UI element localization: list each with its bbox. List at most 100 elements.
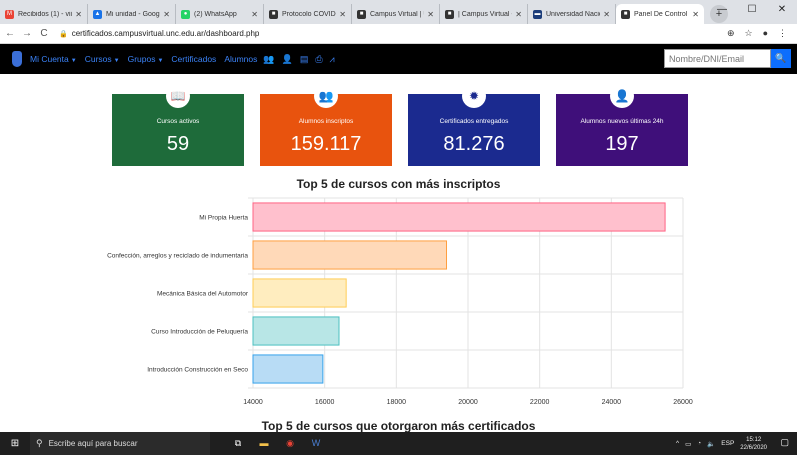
maximize-icon[interactable]: ☐: [737, 0, 767, 22]
stat-card-value: 159.117: [290, 133, 362, 155]
nav-item[interactable]: Alumnos: [224, 54, 257, 64]
logo-icon[interactable]: [12, 51, 22, 67]
page-icon: ■: [445, 9, 454, 19]
reload-icon[interactable]: C: [37, 28, 51, 39]
browser-tab[interactable]: ■ Campus Virtual | U ✕: [352, 4, 440, 24]
stat-card-label: Certificados entregados: [439, 118, 509, 125]
category-label: Confección, arreglos y reciclado de indu…: [107, 253, 248, 260]
category-label: Introducción Construcción en Seco: [147, 367, 248, 374]
clock[interactable]: 15:12 22/6/2020: [740, 436, 767, 452]
bar: [252, 202, 666, 232]
language-indicator[interactable]: ESP: [721, 440, 734, 447]
taskbar-search-placeholder: Escribe aquí para buscar: [48, 439, 138, 448]
stat-card-label: Alumnos inscriptos: [298, 118, 354, 125]
clock-date: 22/6/2020: [740, 444, 767, 451]
browser-tab[interactable]: ● (2) WhatsApp ✕: [176, 4, 264, 24]
users-icon: 👥: [314, 84, 338, 108]
minimize-icon[interactable]: —: [707, 0, 737, 22]
browser-tab[interactable]: M Recibidos (1) - vii ✕: [0, 4, 88, 24]
bar: [252, 316, 340, 346]
nav-item[interactable]: Cursos ▼: [85, 54, 120, 64]
x-tick-label: 18000: [387, 399, 407, 406]
close-window-icon[interactable]: ✕: [767, 0, 797, 22]
taskbar-search[interactable]: ⚲ Escribe aquí para buscar: [30, 432, 210, 455]
lock-icon[interactable]: 🔒: [59, 30, 68, 38]
browser-tab[interactable]: ■ Panel De Control ✕: [616, 4, 704, 24]
caret-down-icon: ▼: [113, 58, 120, 64]
chart-icon[interactable]: ⩘: [330, 54, 335, 65]
page-icon: ■: [621, 9, 630, 19]
user-group-icon[interactable]: 👥: [263, 54, 274, 65]
location-icon[interactable]: ⊕: [727, 28, 735, 39]
notifications-icon[interactable]: ▢: [780, 437, 789, 448]
close-tab-icon[interactable]: ✕: [692, 10, 699, 19]
forward-icon[interactable]: →: [20, 28, 34, 39]
browser-tab-label: Campus Virtual | U: [370, 10, 425, 18]
nav-item-label: Grupos: [127, 54, 156, 64]
system-tray: ^ ▭ ◔ 🔈 ESP 15:12 22/6/2020: [676, 432, 767, 455]
user-add-icon[interactable]: 👤: [282, 54, 293, 65]
task-view-icon[interactable]: ⧉: [230, 438, 246, 449]
browser-tab[interactable]: ■ Protocolo COVID-1 ✕: [264, 4, 352, 24]
app-navbar: Mi Cuenta ▼ Cursos ▼ Grupos ▼ Certificados Alum…: [0, 44, 797, 74]
caret-down-icon: ▼: [157, 58, 164, 64]
category-label: Curso Introducción de Peluquería: [151, 329, 248, 336]
nav-item-label: Mi Cuenta: [30, 54, 69, 64]
top-inscriptos-chart: 14000 16000 18000 20000 22000 24000 26000 Mi Pr…: [107, 197, 693, 406]
book-icon: 📖: [166, 84, 190, 108]
nav-item[interactable]: Grupos ▼: [128, 54, 164, 64]
star-icon[interactable]: ☆: [744, 28, 752, 39]
url-field[interactable]: certificados.campusvirtual.unc.edu.ar/da…: [72, 29, 727, 38]
nav-item[interactable]: Certificados: [171, 54, 216, 64]
nav-item-label: Alumnos: [224, 54, 258, 64]
battery-icon[interactable]: ▭: [685, 440, 691, 448]
file-explorer-icon[interactable]: ▬: [256, 438, 272, 449]
x-tick-label: 14000: [243, 399, 263, 406]
browser-tab-label: (2) WhatsApp: [194, 10, 237, 18]
close-tab-icon[interactable]: ✕: [251, 10, 258, 19]
tray-chevron-icon[interactable]: ^: [676, 440, 679, 447]
page-icon: ■: [269, 9, 278, 19]
category-label: Mecánica Básica del Automotor: [157, 291, 249, 298]
taskbar: ⊞ ⚲ Escribe aquí para buscar ⧉ ▬ ◉ W ^ ▭…: [0, 432, 797, 455]
caret-down-icon: ▼: [70, 58, 77, 64]
windows-start-icon[interactable]: ⊞: [0, 438, 30, 449]
browser-tab-label: | Campus Virtual -: [458, 10, 513, 18]
wifi-icon[interactable]: ◔: [697, 440, 701, 447]
back-icon[interactable]: ←: [3, 28, 17, 39]
close-tab-icon[interactable]: ✕: [427, 10, 434, 19]
close-tab-icon[interactable]: ✕: [75, 10, 82, 19]
browser-tab[interactable]: ▲ Mi unidad - Goog ✕: [88, 4, 176, 24]
close-tab-icon[interactable]: ✕: [515, 10, 522, 19]
browser-tab-label: Protocolo COVID-1: [282, 10, 337, 18]
word-icon[interactable]: W: [308, 438, 324, 449]
search-button[interactable]: 🔍: [771, 49, 791, 68]
browser-tab-label: Recibidos (1) - vii: [18, 10, 73, 18]
menu-dots-icon[interactable]: ⋮: [778, 28, 787, 39]
stat-card: 👤 Alumnos nuevos últimas 24h 197: [556, 84, 688, 166]
search-input[interactable]: [664, 49, 771, 68]
browser-tab-label: Mi unidad - Goog: [106, 10, 160, 18]
clock-time: 15:12: [746, 436, 762, 443]
browser-tab-label: Panel De Control: [634, 10, 688, 18]
nav-item[interactable]: Mi Cuenta ▼: [30, 54, 77, 64]
chrome-icon[interactable]: ◉: [282, 438, 298, 449]
close-tab-icon[interactable]: ✕: [603, 10, 610, 19]
x-tick-label: 26000: [673, 399, 693, 406]
stat-card: 👥 Alumnos inscriptos 159.117: [260, 84, 392, 166]
whatsapp-icon: ●: [181, 9, 190, 19]
taskbar-search-icon: ⚲: [36, 438, 43, 448]
stat-card-value: 197: [605, 133, 639, 155]
print-icon[interactable]: ⎙: [315, 54, 322, 65]
profile-icon[interactable]: ●: [763, 28, 768, 39]
volume-icon[interactable]: 🔈: [707, 440, 715, 448]
window-controls: — ☐ ✕: [707, 0, 797, 22]
browser-tab[interactable]: ▬ Universidad Nacio ✕: [528, 4, 616, 24]
document-icon[interactable]: ▤: [300, 54, 309, 65]
browser-tab[interactable]: ■ | Campus Virtual - ✕: [440, 4, 528, 24]
close-tab-icon[interactable]: ✕: [163, 10, 170, 19]
browser-tab-label: Universidad Nacio: [546, 10, 601, 18]
top-certificados-heading: Top 5 de cursos que otorgaron más certif…: [261, 419, 536, 433]
nav-item-label: Certificados: [171, 54, 217, 64]
close-tab-icon[interactable]: ✕: [339, 10, 346, 19]
